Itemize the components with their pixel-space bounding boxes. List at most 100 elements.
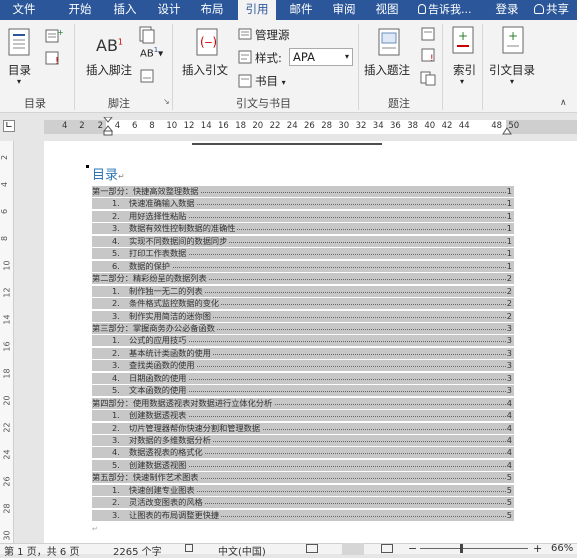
web-layout-icon[interactable] [381,544,393,553]
update-table-icon[interactable]: ! [44,50,64,66]
login-button[interactable]: 登录 [492,0,522,20]
tab-view[interactable]: 视图 [369,0,405,20]
toc-button[interactable]: 目录 [8,62,31,78]
toc-entry-text: 数据的保护 [129,260,172,272]
group-divider [74,24,75,110]
add-text-icon[interactable]: + [44,28,64,44]
toc-entry-level1[interactable]: 第四部分：使用数据透视表对数据进行立体化分析 4 [92,397,514,409]
toc-entry-level2[interactable]: 2. 切片管理器帮你快速分割和管理数据 4 [92,422,514,434]
tab-design[interactable]: 设计 [151,0,187,20]
tab-insert[interactable]: 插入 [107,0,143,20]
zoom-slider[interactable] [420,548,528,549]
citation-toc-button[interactable]: 引文目录 [489,62,535,78]
toc-entry-text: 第三部分：掌握商务办公必备函数 [92,322,217,334]
toc-entry-level2[interactable]: 1. 创建数据透视表 4 [92,410,514,422]
insert-citation-button[interactable]: 插入引文 [182,62,228,78]
vruler-number: 24 [2,449,12,460]
toc-entry-level2[interactable]: 5. 文本函数的使用 3 [92,385,514,397]
word-count[interactable]: 2265 个字 [113,543,162,558]
tab-review[interactable]: 审阅 [326,0,362,20]
toc-entry-level1[interactable]: 第一部分：快捷高效整理数据 1 [92,186,514,197]
toc-page-number: 3 [506,335,512,346]
ruler-number: 22 [269,121,281,131]
update-table-figures-icon[interactable]: ! [420,47,436,63]
svg-text:(‒): (‒) [200,35,217,49]
toc-page-number: 4 [506,410,512,421]
document-page[interactable]: 目录↵ 第一部分：快捷高效整理数据 1 1. 快速准确输入数据 1 2. 用好选择性粘贴 1 3… [44,141,577,543]
toc-entry-level2[interactable]: 2. 用好选择性粘贴 1 [92,210,514,222]
insert-footnote-button[interactable]: 插入脚注 [86,62,132,78]
toc-entry-level2[interactable]: 2. 基本统计类函数的使用 3 [92,347,514,359]
toc-entry-level2[interactable]: 4. 日期函数的使用 3 [92,372,514,384]
svg-text:!: ! [55,56,59,66]
manage-sources-button[interactable]: 管理源 [255,27,290,43]
style-select[interactable]: APA ▾ [289,48,353,66]
toc-entry-level2[interactable]: 5. 创建数据透视图 4 [92,459,514,471]
zoom-level[interactable]: 66% [551,543,573,554]
print-layout-icon[interactable] [342,543,364,555]
toc-entry-level2[interactable]: 6. 数据的保护 1 [92,260,514,272]
chevron-down-icon[interactable]: ▾ [17,77,21,86]
next-footnote-icon[interactable]: AB1▾ [140,46,163,59]
index-button[interactable]: 索引 [453,62,476,78]
tab-references[interactable]: 引用 [238,0,276,20]
tab-home[interactable]: 开始 [62,0,98,20]
right-indent-marker-icon[interactable] [502,125,512,135]
ruler-number: 30 [338,121,350,131]
toc-leader-dots [129,266,506,268]
toc-entry-level1[interactable]: 第三部分：掌握商务办公必备函数 3 [92,322,514,334]
bibliography-button[interactable]: 书目 ▾ [255,73,286,89]
vruler-number: 18 [2,368,12,379]
zoom-slider-thumb[interactable] [460,544,463,553]
toc-entry-level2[interactable]: 1. 快速创建专业图表 5 [92,484,514,496]
page-count[interactable]: 第 1 页，共 6 页 [4,543,79,558]
toc-page-number: 2 [506,310,512,321]
insert-table-figures-icon[interactable] [420,26,436,42]
toc-entry-level2[interactable]: 1. 制作独一无二的列表 2 [92,285,514,297]
toc-entry-number: 2. [112,497,120,508]
tell-me-box[interactable]: 告诉我... [418,0,488,20]
collapse-ribbon-icon[interactable]: ∧ [560,98,567,108]
toc-page-number: 4 [506,447,512,458]
tab-layout[interactable]: 布局 [194,0,230,20]
toc-entry-level1[interactable]: 第五部分：快速制作艺术图表 5 [92,472,514,484]
language-status[interactable]: 中文(中国) [218,543,266,558]
tab-selector-icon[interactable]: ∟ [3,120,15,132]
toc-entry-level2[interactable]: 1. 快速准确输入数据 1 [92,198,514,210]
toc-entry-level2[interactable]: 4. 数据透视表的格式化 4 [92,447,514,459]
toc-entry-level1[interactable]: 第二部分：精彩纷呈的数据列表 2 [92,273,514,285]
tab-file[interactable]: 文件 [6,0,42,20]
toc-entry-number: 4. [112,372,120,383]
proofing-icon[interactable] [185,544,193,552]
toc-entry-level2[interactable]: 3. 让图表的布局调整更快捷 5 [92,509,514,521]
toc-entry-level2[interactable]: 2. 灵活改变图表的风格 5 [92,497,514,509]
toc-entry-level2[interactable]: 1. 公式的应用技巧 3 [92,335,514,347]
toc-page-number: 3 [506,372,512,383]
zoom-out-icon[interactable]: − [408,542,417,555]
dialog-launcher-icon[interactable]: ↘ [163,97,170,106]
toc-entry-level2[interactable]: 4. 实现不同数据间的数据同步 1 [92,235,514,247]
toc-entry-level2[interactable]: 5. 打印工作表数据 1 [92,248,514,260]
cross-reference-icon[interactable] [420,70,436,86]
toc-entry-level2[interactable]: 3. 查找类函数的使用 3 [92,360,514,372]
toc-entry-level2[interactable]: 2. 条件格式监控数据的变化 2 [92,298,514,310]
toc-entry-number: 3. [112,310,120,321]
ruler-number: 44 [458,121,470,131]
toc-entry-level2[interactable]: 3. 对数据的多维数据分析 4 [92,435,514,446]
vertical-ruler[interactable]: 2 4 6 8 10 12 14 16 18 20 22 24 26 28 30 [0,141,14,543]
insert-caption-icon [378,28,400,56]
indent-marker-icon[interactable] [103,117,113,137]
zoom-in-icon[interactable]: + [533,542,542,555]
insert-caption-button[interactable]: 插入题注 [364,62,410,78]
insert-endnote-icon[interactable] [138,26,156,44]
show-notes-icon[interactable] [139,68,155,84]
horizontal-ruler[interactable]: 4 2 2 4 6 8 10 12 14 16 18 20 22 24 26 28 30 32 34 36 38 40 42… [44,117,577,137]
read-mode-icon[interactable] [306,544,318,553]
chevron-down-icon[interactable]: ▾ [510,77,514,86]
footnote-group-label: 脚注 [108,97,130,110]
tab-mailings[interactable]: 邮件 [283,0,319,20]
chevron-down-icon[interactable]: ▾ [460,77,464,86]
share-button[interactable]: 共享 [534,0,577,20]
toc-entry-level2[interactable]: 3. 制作实用简洁的迷你图 2 [92,310,514,322]
toc-entry-level2[interactable]: 3. 数据有效性控制数据的准确性 1 [92,223,514,235]
